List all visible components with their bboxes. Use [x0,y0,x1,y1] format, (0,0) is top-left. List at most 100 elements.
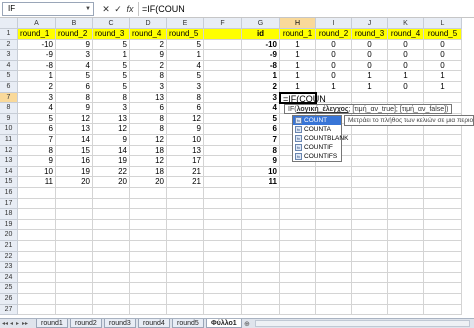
grid-cell[interactable] [316,262,352,273]
grid-cell[interactable] [424,272,462,284]
grid-cell[interactable] [204,166,242,178]
id-cell[interactable]: 2 [242,82,280,93]
grid-cell[interactable] [204,188,242,199]
right-table-cell[interactable]: 1 [424,71,462,82]
column-header-g[interactable]: G [242,18,280,29]
grid-cell[interactable] [352,188,388,199]
left-table-cell[interactable]: 12 [130,156,167,167]
grid-cell[interactable] [167,219,204,231]
sheet-tab[interactable]: round4 [138,319,170,328]
grid-cell[interactable] [56,241,93,252]
left-table-cell[interactable]: 5 [93,60,130,72]
grid-cell[interactable] [352,283,388,294]
right-table-cell[interactable]: 1 [352,82,388,93]
grid-cell[interactable] [242,272,280,284]
grid-cell[interactable] [316,304,352,316]
grid-cell[interactable] [280,219,316,231]
grid-cell[interactable] [130,272,167,284]
grid-cell[interactable] [130,241,167,252]
grid-cell[interactable] [204,145,242,157]
grid-cell[interactable] [204,241,242,252]
grid-cell[interactable] [167,262,204,273]
left-table-cell[interactable]: 12 [130,135,167,146]
grid-cell[interactable] [93,304,130,316]
grid-cell[interactable] [280,177,316,188]
id-cell[interactable]: 9 [242,156,280,167]
left-table-header[interactable]: round_1 [18,29,56,40]
grid-cell[interactable] [130,198,167,210]
grid-cell[interactable] [93,230,130,241]
column-header-j[interactable]: J [352,18,388,29]
right-table-header[interactable]: round_3 [352,29,388,40]
right-table-cell[interactable]: 0 [316,60,352,72]
grid-cell[interactable] [316,283,352,294]
left-table-cell[interactable]: 10 [167,135,204,146]
grid-cell[interactable] [352,156,388,167]
grid-cell[interactable] [316,272,352,284]
left-table-cell[interactable]: 13 [167,145,204,157]
left-table-cell[interactable]: 4 [56,60,93,72]
cancel-icon[interactable]: ✕ [100,2,112,16]
grid-cell[interactable] [130,230,167,241]
grid-cell[interactable] [280,283,316,294]
grid-cell[interactable] [424,294,462,305]
row-header-1[interactable]: 1 [0,29,18,40]
right-table-cell[interactable]: 0 [424,60,462,72]
id-cell[interactable]: 5 [242,113,280,125]
left-table-cell[interactable]: 9 [56,39,93,51]
left-table-cell[interactable]: -8 [18,60,56,72]
row-header-11[interactable]: 11 [0,135,18,146]
right-table-header[interactable]: round_4 [388,29,424,40]
grid-cell[interactable] [280,262,316,273]
grid-cell[interactable] [18,209,56,220]
left-table-cell[interactable]: 5 [167,39,204,51]
grid-cell[interactable] [167,209,204,220]
row-header-22[interactable]: 22 [0,251,18,263]
right-table-cell[interactable]: 0 [352,60,388,72]
grid-cell[interactable] [18,241,56,252]
grid-cell[interactable] [424,219,462,231]
grid-cell[interactable] [56,262,93,273]
row-header-19[interactable]: 19 [0,219,18,231]
grid-cell[interactable] [424,251,462,263]
right-table-header[interactable]: round_1 [280,29,316,40]
grid-cell[interactable] [130,251,167,263]
grid-cell[interactable] [167,241,204,252]
grid-cell[interactable] [424,166,462,178]
left-table-cell[interactable]: 8 [130,113,167,125]
grid-cell[interactable] [424,135,462,146]
grid-cell[interactable] [352,304,388,316]
grid-cell[interactable] [280,198,316,210]
grid-cell[interactable] [352,209,388,220]
right-table-cell[interactable]: 0 [316,39,352,51]
grid-cell[interactable] [93,251,130,263]
column-header-b[interactable]: B [56,18,93,29]
left-table-cell[interactable]: 19 [56,166,93,178]
grid-cell[interactable] [316,251,352,263]
grid-cell[interactable] [280,251,316,263]
left-table-cell[interactable]: 9 [56,103,93,114]
prev-sheet-icon[interactable]: ◂ [10,320,13,327]
grid-cell[interactable] [167,230,204,241]
grid-cell[interactable] [56,209,93,220]
grid-cell[interactable] [424,188,462,199]
left-table-cell[interactable]: 12 [167,113,204,125]
left-table-cell[interactable]: 13 [130,92,167,104]
grid-cell[interactable] [93,272,130,284]
id-cell[interactable]: -10 [242,39,280,51]
left-table-cell[interactable]: 7 [18,135,56,146]
grid-cell[interactable] [424,145,462,157]
grid-cell[interactable] [56,219,93,231]
right-table-cell[interactable]: 0 [388,39,424,51]
grid-cell[interactable] [388,124,424,135]
grid-cell[interactable] [242,283,280,294]
grid-cell[interactable] [388,92,424,104]
grid-cell[interactable] [388,241,424,252]
column-header-i[interactable]: I [316,18,352,29]
left-table-cell[interactable]: 2 [130,60,167,72]
right-table-cell[interactable]: 1 [316,82,352,93]
grid-cell[interactable] [93,262,130,273]
column-header-d[interactable]: D [130,18,167,29]
grid-cell[interactable] [18,283,56,294]
grid-cell[interactable] [56,198,93,210]
